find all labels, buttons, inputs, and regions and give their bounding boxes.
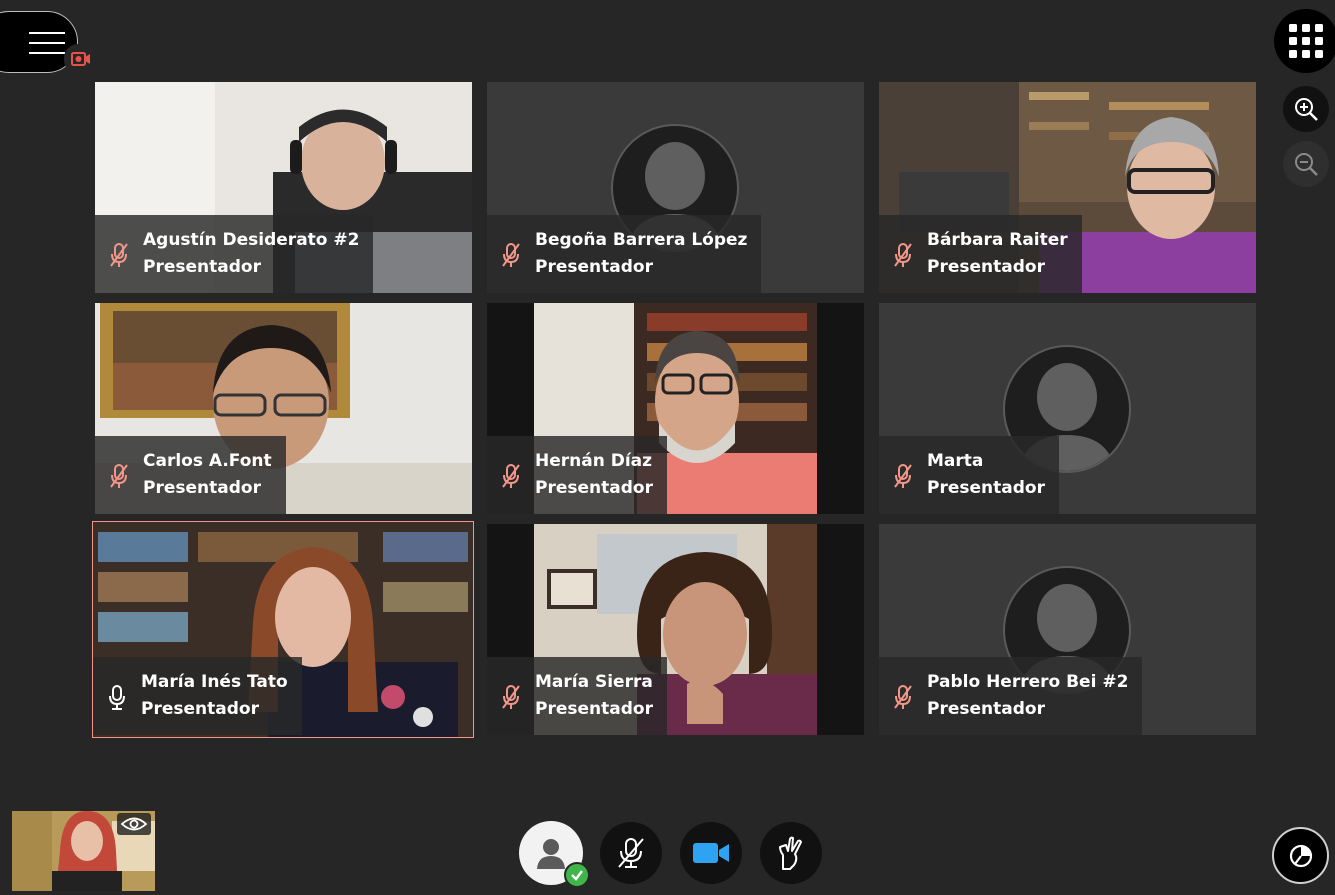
participant-tile[interactable]: María Sierra Presentador: [487, 524, 864, 735]
mic-muted-icon: [110, 464, 128, 488]
mic-muted-icon: [502, 685, 520, 709]
participant-name: María Sierra: [535, 672, 653, 692]
participant-role: Presentador: [535, 257, 653, 277]
zoom-in-icon: [1295, 98, 1318, 121]
recording-indicator: [64, 44, 98, 74]
participant-role: Presentador: [927, 257, 1045, 277]
raise-hand-button[interactable]: [760, 822, 822, 884]
mic-muted-icon: [110, 243, 128, 267]
participant-namebar: Hernán Díaz Presentador: [487, 436, 667, 514]
camera-icon: [693, 843, 729, 863]
participant-role: Presentador: [143, 257, 261, 277]
participant-name: Carlos A.Font: [143, 451, 272, 471]
participant-namebar: Pablo Herrero Bei #2 Presentador: [879, 657, 1143, 735]
participant-role: Presentador: [535, 478, 653, 498]
participant-role: Presentador: [143, 478, 261, 498]
mic-muted-icon: [502, 464, 520, 488]
camera-button[interactable]: [680, 822, 742, 884]
participant-name: Bárbara Raiter: [927, 230, 1068, 250]
mic-muted-icon: [894, 464, 912, 488]
participant-name: María Inés Tato: [141, 672, 288, 692]
participant-tile[interactable]: Begoña Barrera López Presentador: [487, 82, 864, 293]
participant-tile[interactable]: Agustín Desiderato #2 Presentador: [95, 82, 472, 293]
participant-role: Presentador: [535, 699, 653, 719]
participant-namebar: María Sierra Presentador: [487, 657, 667, 735]
participant-tile[interactable]: Marta Presentador: [879, 303, 1256, 514]
hamburger-icon: [29, 32, 65, 62]
participant-name: Pablo Herrero Bei #2: [927, 672, 1129, 692]
zoom-out-icon: [1295, 153, 1318, 176]
microphone-button[interactable]: [600, 822, 662, 884]
participant-tile[interactable]: Pablo Herrero Bei #2 Presentador: [879, 524, 1256, 735]
participant-namebar: Agustín Desiderato #2 Presentador: [95, 215, 374, 293]
participant-tile[interactable]: Bárbara Raiter Presentador: [879, 82, 1256, 293]
participant-tile[interactable]: Hernán Díaz Presentador: [487, 303, 864, 514]
visibility-toggle[interactable]: [117, 813, 151, 835]
mic-active-icon: [109, 685, 125, 710]
participant-name: Begoña Barrera López: [535, 230, 748, 250]
check-icon: [571, 870, 583, 881]
participant-name: Agustín Desiderato #2: [143, 230, 360, 250]
user-status-icon: [537, 839, 565, 869]
network-status-button[interactable]: [1272, 827, 1329, 884]
participant-name: Marta: [927, 451, 984, 471]
raise-hand-icon: [779, 836, 802, 870]
self-view[interactable]: [12, 811, 155, 891]
mic-muted-icon: [894, 243, 912, 267]
zoom-in-button[interactable]: [1283, 86, 1329, 132]
participant-role: Presentador: [927, 478, 1045, 498]
grid-view-icon: [1289, 24, 1323, 58]
network-status-icon: [1289, 844, 1312, 867]
participant-namebar: Begoña Barrera López Presentador: [487, 215, 762, 293]
microphone-muted-icon: [618, 838, 644, 868]
participant-namebar: Marta Presentador: [879, 436, 1059, 514]
grid-view-button[interactable]: [1274, 9, 1335, 73]
status-ok-badge: [564, 862, 590, 888]
participant-name: Hernán Díaz: [535, 451, 653, 471]
eye-icon: [120, 817, 148, 831]
mic-muted-icon: [502, 243, 520, 267]
zoom-out-button[interactable]: [1283, 141, 1329, 187]
mic-muted-icon: [894, 685, 912, 709]
video-grid: Agustín Desiderato #2 Presentador Begoña…: [92, 82, 1256, 738]
participant-namebar: María Inés Tato Presentador: [93, 657, 302, 735]
participant-namebar: Carlos A.Font Presentador: [95, 436, 286, 514]
participant-tile[interactable]: Carlos A.Font Presentador: [95, 303, 472, 514]
participant-role: Presentador: [927, 699, 1045, 719]
recording-icon: [71, 52, 90, 66]
participant-tile-active[interactable]: María Inés Tato Presentador: [92, 521, 474, 738]
participant-role: Presentador: [141, 699, 259, 719]
participant-namebar: Bárbara Raiter Presentador: [879, 215, 1082, 293]
